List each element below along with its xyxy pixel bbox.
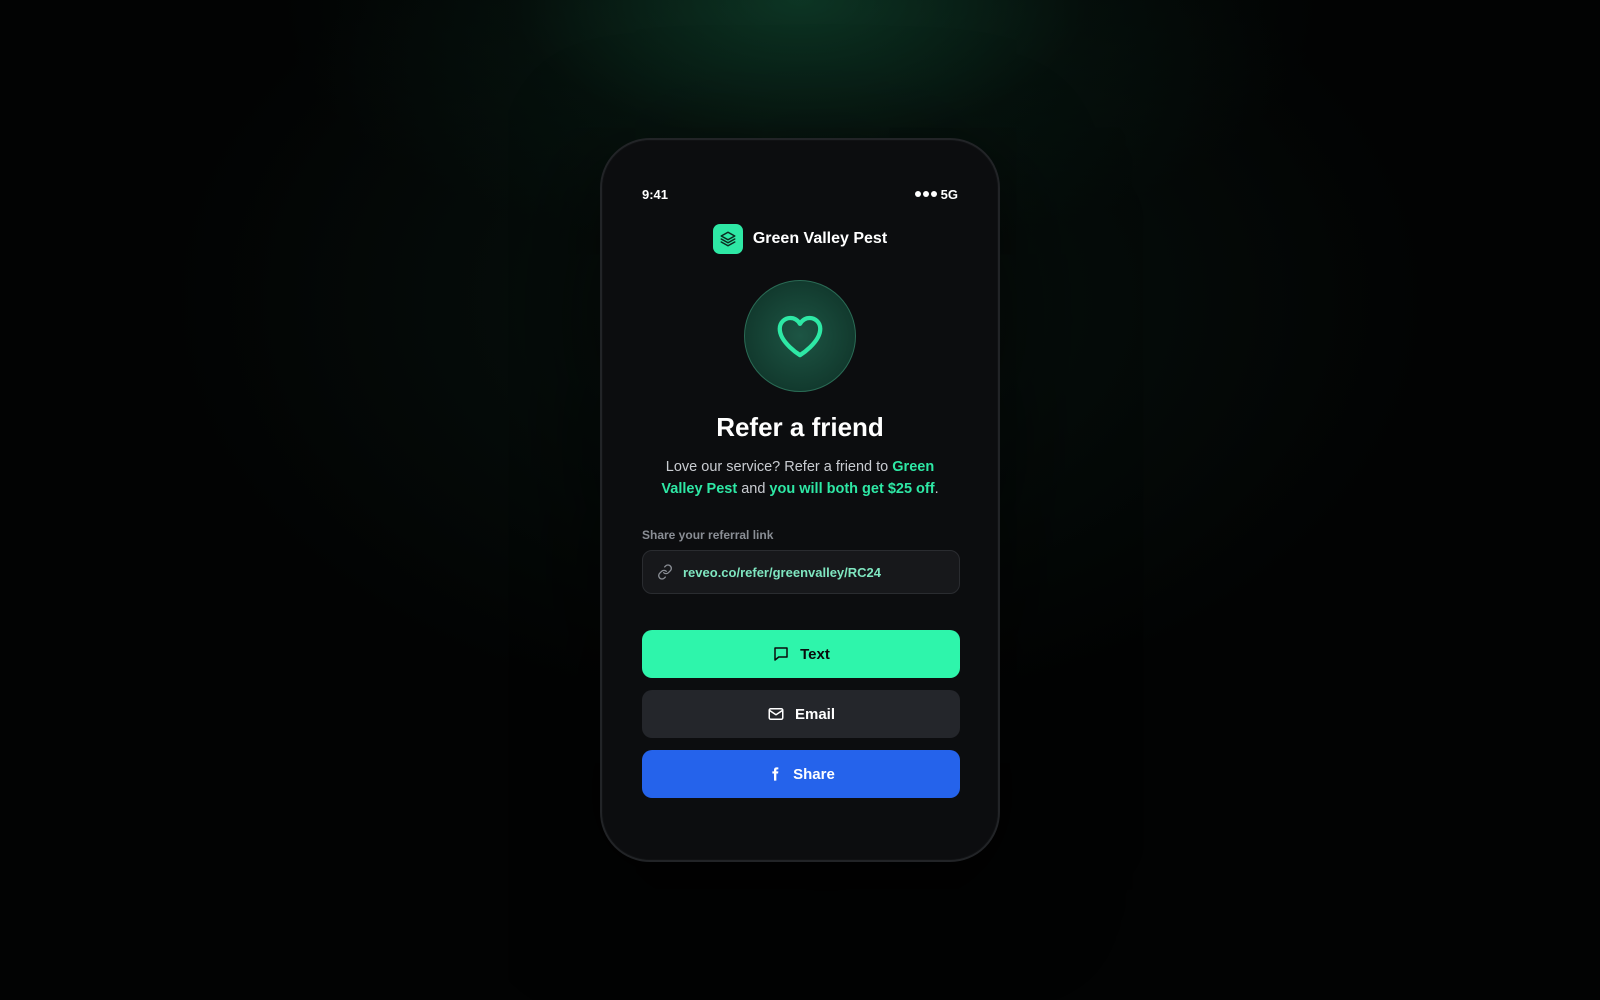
email-share-button[interactable]: Email [642, 690, 960, 738]
facebook-icon [772, 767, 779, 781]
description-text: . [934, 481, 939, 497]
status-bar: 9:41 5G [642, 184, 958, 204]
mail-icon [768, 708, 784, 720]
referral-link-label: Share your referral link [642, 528, 774, 542]
text-share-button[interactable]: Text [642, 630, 960, 678]
page-title: Refer a friend [716, 412, 884, 442]
description-text: Love our service? Refer a friend to [665, 459, 893, 475]
share-button-label: Share [793, 765, 835, 783]
referral-description: Love our service? Refer a friend to Gree… [650, 456, 950, 500]
status-time: 9:41 [642, 186, 669, 202]
hero-badge [744, 280, 856, 392]
text-button-label: Text [800, 645, 830, 663]
referral-link-value[interactable]: reveo.co/refer/greenvalley/RC24 [683, 565, 881, 580]
phone-frame: 9:41 5G Green Valley Pest Refer a friend… [600, 138, 1000, 862]
heart-icon [777, 315, 823, 358]
layers-icon [712, 224, 743, 254]
message-icon [774, 647, 788, 661]
status-signal: 5G [914, 186, 958, 202]
referral-link-field[interactable]: reveo.co/refer/greenvalley/RC24 [642, 550, 960, 594]
link-icon [658, 564, 672, 580]
network-label: 5G [940, 186, 958, 202]
brand-header: Green Valley Pest [602, 224, 998, 254]
facebook-share-button[interactable]: Share [642, 750, 960, 798]
brand-name: Green Valley Pest [752, 230, 888, 247]
description-offer-highlight: you will both get $25 off [769, 481, 935, 497]
signal-icon [914, 191, 937, 197]
description-text: and [737, 481, 770, 497]
email-button-label: Email [794, 705, 836, 723]
